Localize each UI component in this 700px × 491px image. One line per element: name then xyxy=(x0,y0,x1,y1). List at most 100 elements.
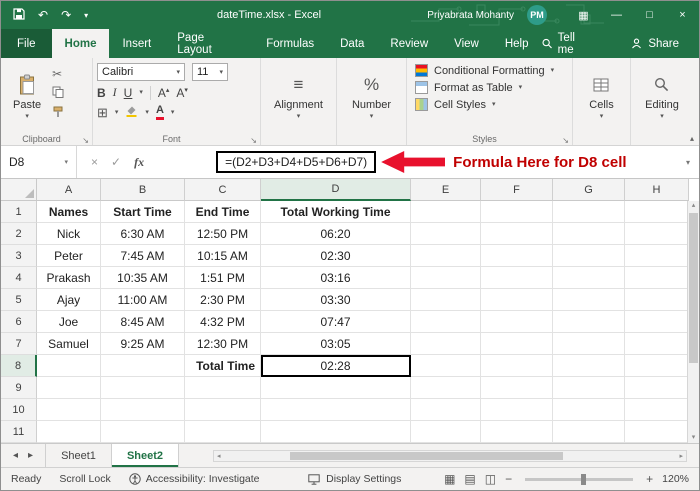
styles-dialog-launcher-icon[interactable]: ↘ xyxy=(562,136,569,145)
cell-E9[interactable] xyxy=(411,377,481,399)
cell-G1[interactable] xyxy=(553,201,625,223)
cell-A1[interactable]: Names xyxy=(37,201,101,223)
cell-G8[interactable] xyxy=(553,355,625,377)
cell-G4[interactable] xyxy=(553,267,625,289)
cell-F6[interactable] xyxy=(481,311,553,333)
scroll-left-icon[interactable]: ◂ xyxy=(217,452,221,460)
cells-button[interactable]: Cells ▾ xyxy=(581,71,621,122)
increase-font-icon[interactable]: A▴ xyxy=(158,86,170,100)
ribbon-display-options-icon[interactable]: ▦ xyxy=(567,1,600,29)
column-header-E[interactable]: E xyxy=(411,179,481,201)
cell-D9[interactable] xyxy=(261,377,411,399)
cell-H6[interactable] xyxy=(625,311,689,333)
cell-H10[interactable] xyxy=(625,399,689,421)
sheet-tab-sheet1[interactable]: Sheet1 xyxy=(45,444,112,467)
name-box[interactable]: D8 ▾ xyxy=(1,146,77,178)
cell-A4[interactable]: Prakash xyxy=(37,267,101,289)
cell-H5[interactable] xyxy=(625,289,689,311)
display-settings-button[interactable]: Display Settings xyxy=(308,473,401,485)
cell-E10[interactable] xyxy=(411,399,481,421)
column-header-C[interactable]: C xyxy=(185,179,261,201)
cell-G2[interactable] xyxy=(553,223,625,245)
cell-B11[interactable] xyxy=(101,421,185,443)
cell-F5[interactable] xyxy=(481,289,553,311)
zoom-out-icon[interactable]: − xyxy=(505,472,512,486)
cell-H3[interactable] xyxy=(625,245,689,267)
horizontal-scrollbar-thumb[interactable] xyxy=(289,451,564,460)
row-header-9[interactable]: 9 xyxy=(1,377,37,399)
cell-G11[interactable] xyxy=(553,421,625,443)
tab-page-layout[interactable]: Page Layout xyxy=(164,29,253,58)
format-painter-icon[interactable] xyxy=(52,106,64,121)
cell-B3[interactable]: 7:45 AM xyxy=(101,245,185,267)
cell-C11[interactable] xyxy=(185,421,261,443)
insert-function-icon[interactable]: fx xyxy=(134,155,144,170)
cell-A7[interactable]: Samuel xyxy=(37,333,101,355)
cell-B2[interactable]: 6:30 AM xyxy=(101,223,185,245)
fill-color-icon[interactable] xyxy=(125,104,138,120)
cell-F11[interactable] xyxy=(481,421,553,443)
row-header-6[interactable]: 6 xyxy=(1,311,37,333)
tab-review[interactable]: Review xyxy=(377,29,441,58)
cell-G5[interactable] xyxy=(553,289,625,311)
customize-qat-icon[interactable]: ▾ xyxy=(84,11,88,20)
cell-F10[interactable] xyxy=(481,399,553,421)
cell-E1[interactable] xyxy=(411,201,481,223)
cell-D2[interactable]: 06:20 xyxy=(261,223,411,245)
cell-C2[interactable]: 12:50 PM xyxy=(185,223,261,245)
tab-home[interactable]: Home xyxy=(51,29,110,58)
cell-B6[interactable]: 8:45 AM xyxy=(101,311,185,333)
column-header-H[interactable]: H xyxy=(625,179,689,201)
italic-button[interactable]: I xyxy=(113,85,117,100)
underline-button[interactable]: U xyxy=(124,86,133,100)
expand-formula-bar-icon[interactable]: ▾ xyxy=(686,158,699,167)
accessibility-status[interactable]: Accessibility: Investigate xyxy=(129,473,260,485)
cell-H4[interactable] xyxy=(625,267,689,289)
tab-data[interactable]: Data xyxy=(327,29,377,58)
paste-button[interactable]: Paste ▾ xyxy=(5,61,49,131)
tab-file[interactable]: File xyxy=(1,29,52,58)
cell-D3[interactable]: 02:30 xyxy=(261,245,411,267)
cancel-icon[interactable]: × xyxy=(91,155,98,169)
prev-sheet-icon[interactable]: ◂ xyxy=(13,450,18,461)
number-button[interactable]: % Number ▾ xyxy=(344,71,399,122)
select-all-button[interactable] xyxy=(1,179,37,201)
cell-H8[interactable] xyxy=(625,355,689,377)
save-icon[interactable] xyxy=(13,7,25,23)
cell-C9[interactable] xyxy=(185,377,261,399)
cell-D11[interactable] xyxy=(261,421,411,443)
cell-E11[interactable] xyxy=(411,421,481,443)
cell-A11[interactable] xyxy=(37,421,101,443)
column-header-G[interactable]: G xyxy=(553,179,625,201)
next-sheet-icon[interactable]: ▸ xyxy=(28,450,33,461)
cell-D10[interactable] xyxy=(261,399,411,421)
tell-me-button[interactable]: Tell me xyxy=(541,32,592,56)
row-header-8[interactable]: 8 xyxy=(1,355,37,377)
tab-view[interactable]: View xyxy=(441,29,492,58)
cell-F3[interactable] xyxy=(481,245,553,267)
share-button[interactable]: Share xyxy=(631,38,679,50)
cell-C10[interactable] xyxy=(185,399,261,421)
clipboard-dialog-launcher-icon[interactable]: ↘ xyxy=(82,136,89,145)
row-header-2[interactable]: 2 xyxy=(1,223,37,245)
font-size-select[interactable]: 11 ▾ xyxy=(192,63,228,81)
enter-icon[interactable]: ✓ xyxy=(111,155,121,169)
minimize-button[interactable]: — xyxy=(600,1,633,29)
cell-C7[interactable]: 12:30 PM xyxy=(185,333,261,355)
underline-dropdown-icon[interactable]: ▾ xyxy=(139,89,143,96)
cell-D1[interactable]: Total Working Time xyxy=(261,201,411,223)
cell-C6[interactable]: 4:32 PM xyxy=(185,311,261,333)
borders-icon[interactable]: ⊞ xyxy=(97,106,108,119)
cell-D7[interactable]: 03:05 xyxy=(261,333,411,355)
cell-D4[interactable]: 03:16 xyxy=(261,267,411,289)
cell-F2[interactable] xyxy=(481,223,553,245)
cell-D8[interactable]: 02:28 xyxy=(261,355,411,377)
cell-A6[interactable]: Joe xyxy=(37,311,101,333)
cell-E4[interactable] xyxy=(411,267,481,289)
column-header-A[interactable]: A xyxy=(37,179,101,201)
row-header-5[interactable]: 5 xyxy=(1,289,37,311)
maximize-button[interactable]: □ xyxy=(633,1,666,29)
cell-F1[interactable] xyxy=(481,201,553,223)
cell-E8[interactable] xyxy=(411,355,481,377)
zoom-level[interactable]: 120% xyxy=(662,473,689,485)
